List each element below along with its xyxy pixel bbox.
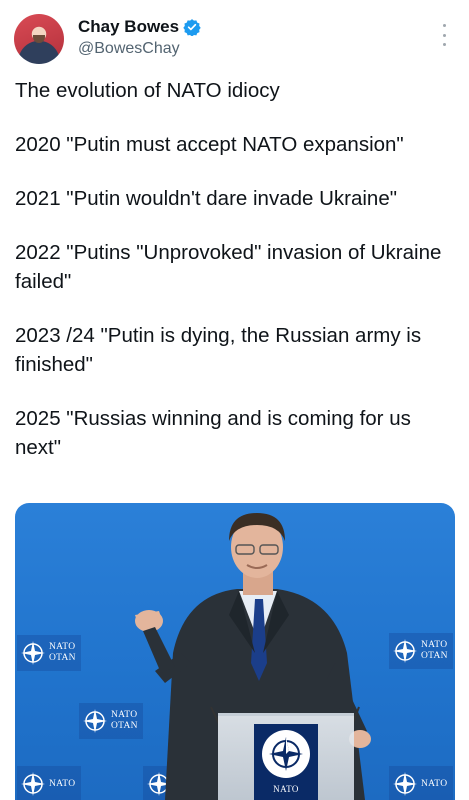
- tweet-line: 2020 "Putin must accept NATO expansion": [15, 133, 404, 156]
- tweet-line: 2021 "Putin wouldn't dare invade Ukraine…: [15, 187, 398, 210]
- tweet-text: The evolution of NATO idiocy 2020 "Putin…: [15, 76, 455, 487]
- author-name-row: Chay Bowes: [78, 17, 201, 37]
- avatar[interactable]: [14, 14, 64, 64]
- lectern: NATO: [218, 713, 354, 800]
- author-display-name[interactable]: Chay Bowes: [78, 17, 179, 37]
- lectern-label: NATO: [273, 784, 299, 794]
- avatar-beard: [33, 35, 45, 43]
- author-handle[interactable]: @BowesChay: [78, 40, 180, 58]
- tweet-header: Chay Bowes @BowesChay: [14, 14, 455, 66]
- nato-compass-icon: [269, 737, 303, 771]
- tweet-media-photo[interactable]: NATO OTAN NATO OTAN NATO OTAN NATO NATO NAT…: [15, 503, 455, 800]
- more-options-icon[interactable]: [441, 24, 447, 46]
- tweet-line: The evolution of NATO idiocy: [15, 79, 280, 102]
- lectern-nato-emblem: NATO: [254, 724, 318, 800]
- tweet-card[interactable]: Chay Bowes @BowesChay The evolution of N…: [0, 0, 469, 800]
- verified-badge-icon: [183, 18, 201, 37]
- tweet-line: 2023 /24 "Putin is dying, the Russian ar…: [15, 324, 422, 376]
- tweet-line: 2022 "Putins "Unprovoked" invasion of Uk…: [15, 241, 442, 293]
- tweet-line: 2025 "Russias winning and is coming for …: [15, 407, 411, 459]
